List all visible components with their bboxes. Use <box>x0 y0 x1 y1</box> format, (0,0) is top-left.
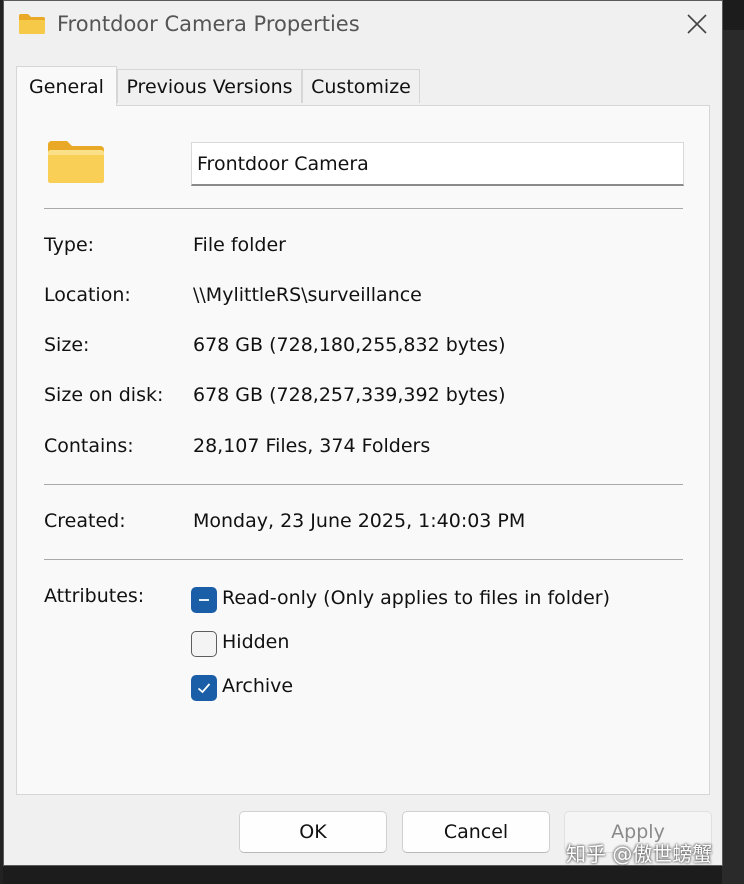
cancel-button[interactable]: Cancel <box>402 811 550 853</box>
type-label: Type: <box>44 234 95 256</box>
close-button[interactable] <box>676 5 718 43</box>
contains-value: 28,107 Files, 374 Folders <box>193 435 431 457</box>
close-icon <box>687 14 707 34</box>
tab-previous-versions[interactable]: Previous Versions <box>117 69 302 103</box>
window-title: Frontdoor Camera Properties <box>57 12 360 36</box>
size-on-disk-value: 678 GB (728,257,339,392 bytes) <box>193 384 506 406</box>
size-label: Size: <box>44 334 90 356</box>
folder-icon <box>19 14 45 34</box>
folder-icon <box>48 141 104 183</box>
archive-checkbox[interactable] <box>191 675 217 701</box>
background-window <box>722 30 744 884</box>
folder-name-input[interactable] <box>191 142 684 186</box>
hidden-checkbox[interactable] <box>191 631 217 657</box>
size-value: 678 GB (728,180,255,832 bytes) <box>193 334 506 356</box>
created-value: Monday, 23 June 2025, 1:40:03 PM <box>193 510 526 532</box>
separator <box>44 208 683 209</box>
location-value: \\MylittleRS\surveillance <box>193 284 422 306</box>
attributes-label: Attributes: <box>44 585 145 607</box>
title-bar[interactable]: Frontdoor Camera Properties <box>4 1 722 49</box>
separator <box>44 559 683 560</box>
created-label: Created: <box>44 510 126 532</box>
size-on-disk-label: Size on disk: <box>44 384 164 406</box>
general-panel: Type: File folder Location: \\MylittleRS… <box>16 105 710 795</box>
readonly-checkbox[interactable] <box>191 587 217 613</box>
tab-general[interactable]: General <box>16 66 117 106</box>
checkmark-icon <box>197 683 211 694</box>
separator <box>44 484 683 485</box>
watermark: 知乎 @傲世螃蟹 <box>566 842 713 866</box>
type-value: File folder <box>193 234 286 256</box>
properties-dialog: Frontdoor Camera Properties General Prev… <box>3 0 723 866</box>
indeterminate-icon <box>199 599 209 601</box>
contains-label: Contains: <box>44 435 134 457</box>
tab-customize[interactable]: Customize <box>302 69 420 103</box>
location-label: Location: <box>44 284 131 306</box>
ok-button[interactable]: OK <box>239 811 387 853</box>
hidden-label[interactable]: Hidden <box>222 631 289 653</box>
readonly-label[interactable]: Read-only (Only applies to files in fold… <box>222 587 610 609</box>
archive-label[interactable]: Archive <box>222 675 293 697</box>
